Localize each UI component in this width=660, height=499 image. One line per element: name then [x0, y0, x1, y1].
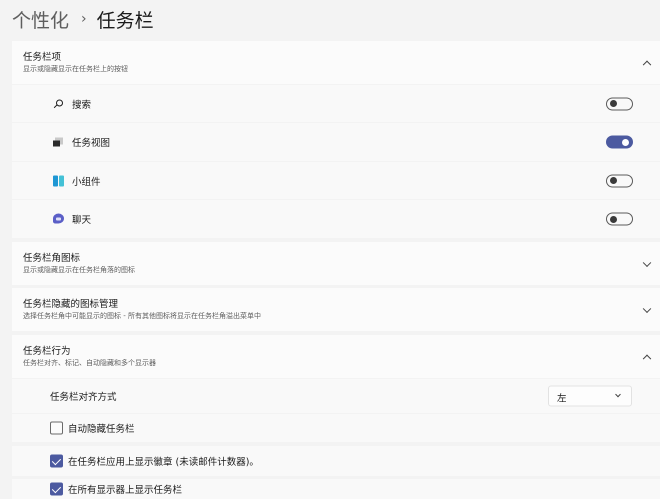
- widgets-icon: [53, 175, 64, 186]
- overflow-title: 任务栏隐藏的图标管理: [23, 299, 119, 310]
- taskbar-item-task-view: 任务视图 开: [12, 123, 660, 161]
- task-view-label: 任务视图: [72, 138, 111, 149]
- auto-hide-label: 自动隐藏任务栏: [68, 424, 135, 435]
- behaviors-subtitle: 任务栏对齐、标记、自动隐藏和多个显示器: [23, 359, 156, 367]
- all-displays-label: 在所有显示器上显示任务栏: [68, 485, 183, 496]
- widgets-toggle[interactable]: [606, 174, 633, 187]
- widgets-label: 小组件: [72, 176, 101, 188]
- taskbar-item-search: 搜索 关: [12, 85, 660, 122]
- alignment-value: 左: [557, 393, 567, 405]
- search-label: 搜索: [72, 99, 92, 111]
- badges-label: 在任务栏应用上显示徽章 (未读邮件计数器)。: [68, 457, 259, 468]
- task-view-icon: [53, 137, 64, 148]
- taskbar-items-subtitle: 显示或隐藏显示在任务栏上的按钮: [23, 65, 128, 73]
- taskbar-items-header[interactable]: 任务栏项 显示或隐藏显示在任务栏上的按钮: [12, 41, 660, 84]
- behaviors-title: 任务栏行为: [23, 346, 71, 357]
- taskbar-items-title: 任务栏项: [23, 52, 62, 63]
- chat-icon: [53, 213, 64, 225]
- breadcrumb-separator: ›: [81, 11, 87, 27]
- search-toggle[interactable]: [606, 97, 633, 110]
- search-icon: [53, 98, 64, 109]
- chat-toggle[interactable]: [606, 212, 633, 226]
- breadcrumb: 个性化 › 任务栏: [12, 6, 154, 32]
- badges-checkbox[interactable]: [50, 454, 63, 468]
- page-title: 任务栏: [96, 9, 154, 32]
- task-view-toggle[interactable]: [606, 135, 633, 149]
- overflow-header[interactable]: 任务栏隐藏的图标管理 选择任务栏角中可能显示的图标 - 所有其他图标将显示在任务…: [12, 288, 660, 331]
- chat-label: 聊天: [72, 215, 92, 226]
- alignment-row: 任务栏对齐方式 左: [12, 379, 660, 413]
- taskbar-item-chat: 聊天 关: [12, 200, 660, 238]
- badges-row: 在任务栏应用上显示徽章 (未读邮件计数器)。: [12, 446, 660, 476]
- auto-hide-checkbox[interactable]: [50, 421, 63, 435]
- all-displays-row: 在所有显示器上显示任务栏: [12, 479, 660, 499]
- overflow-subtitle: 选择任务栏角中可能显示的图标 - 所有其他图标将显示在任务栏角溢出菜单中: [23, 312, 261, 320]
- alignment-dropdown[interactable]: 左: [548, 385, 632, 407]
- breadcrumb-parent-personalization[interactable]: 个性化: [12, 6, 69, 33]
- alignment-label: 任务栏对齐方式: [50, 392, 117, 403]
- corner-icons-header[interactable]: 任务栏角图标 显示或隐藏显示在任务栏角落的图标: [12, 242, 660, 285]
- corner-icons-subtitle: 显示或隐藏显示在任务栏角落的图标: [23, 266, 135, 274]
- all-displays-checkbox[interactable]: [50, 482, 63, 496]
- chevron-down-icon: [615, 391, 621, 398]
- auto-hide-row: 自动隐藏任务栏: [12, 414, 660, 442]
- behaviors-header[interactable]: 任务栏行为 任务栏对齐、标记、自动隐藏和多个显示器: [12, 335, 660, 378]
- corner-icons-title: 任务栏角图标: [23, 253, 81, 264]
- taskbar-item-widgets: 小组件 关: [12, 162, 660, 199]
